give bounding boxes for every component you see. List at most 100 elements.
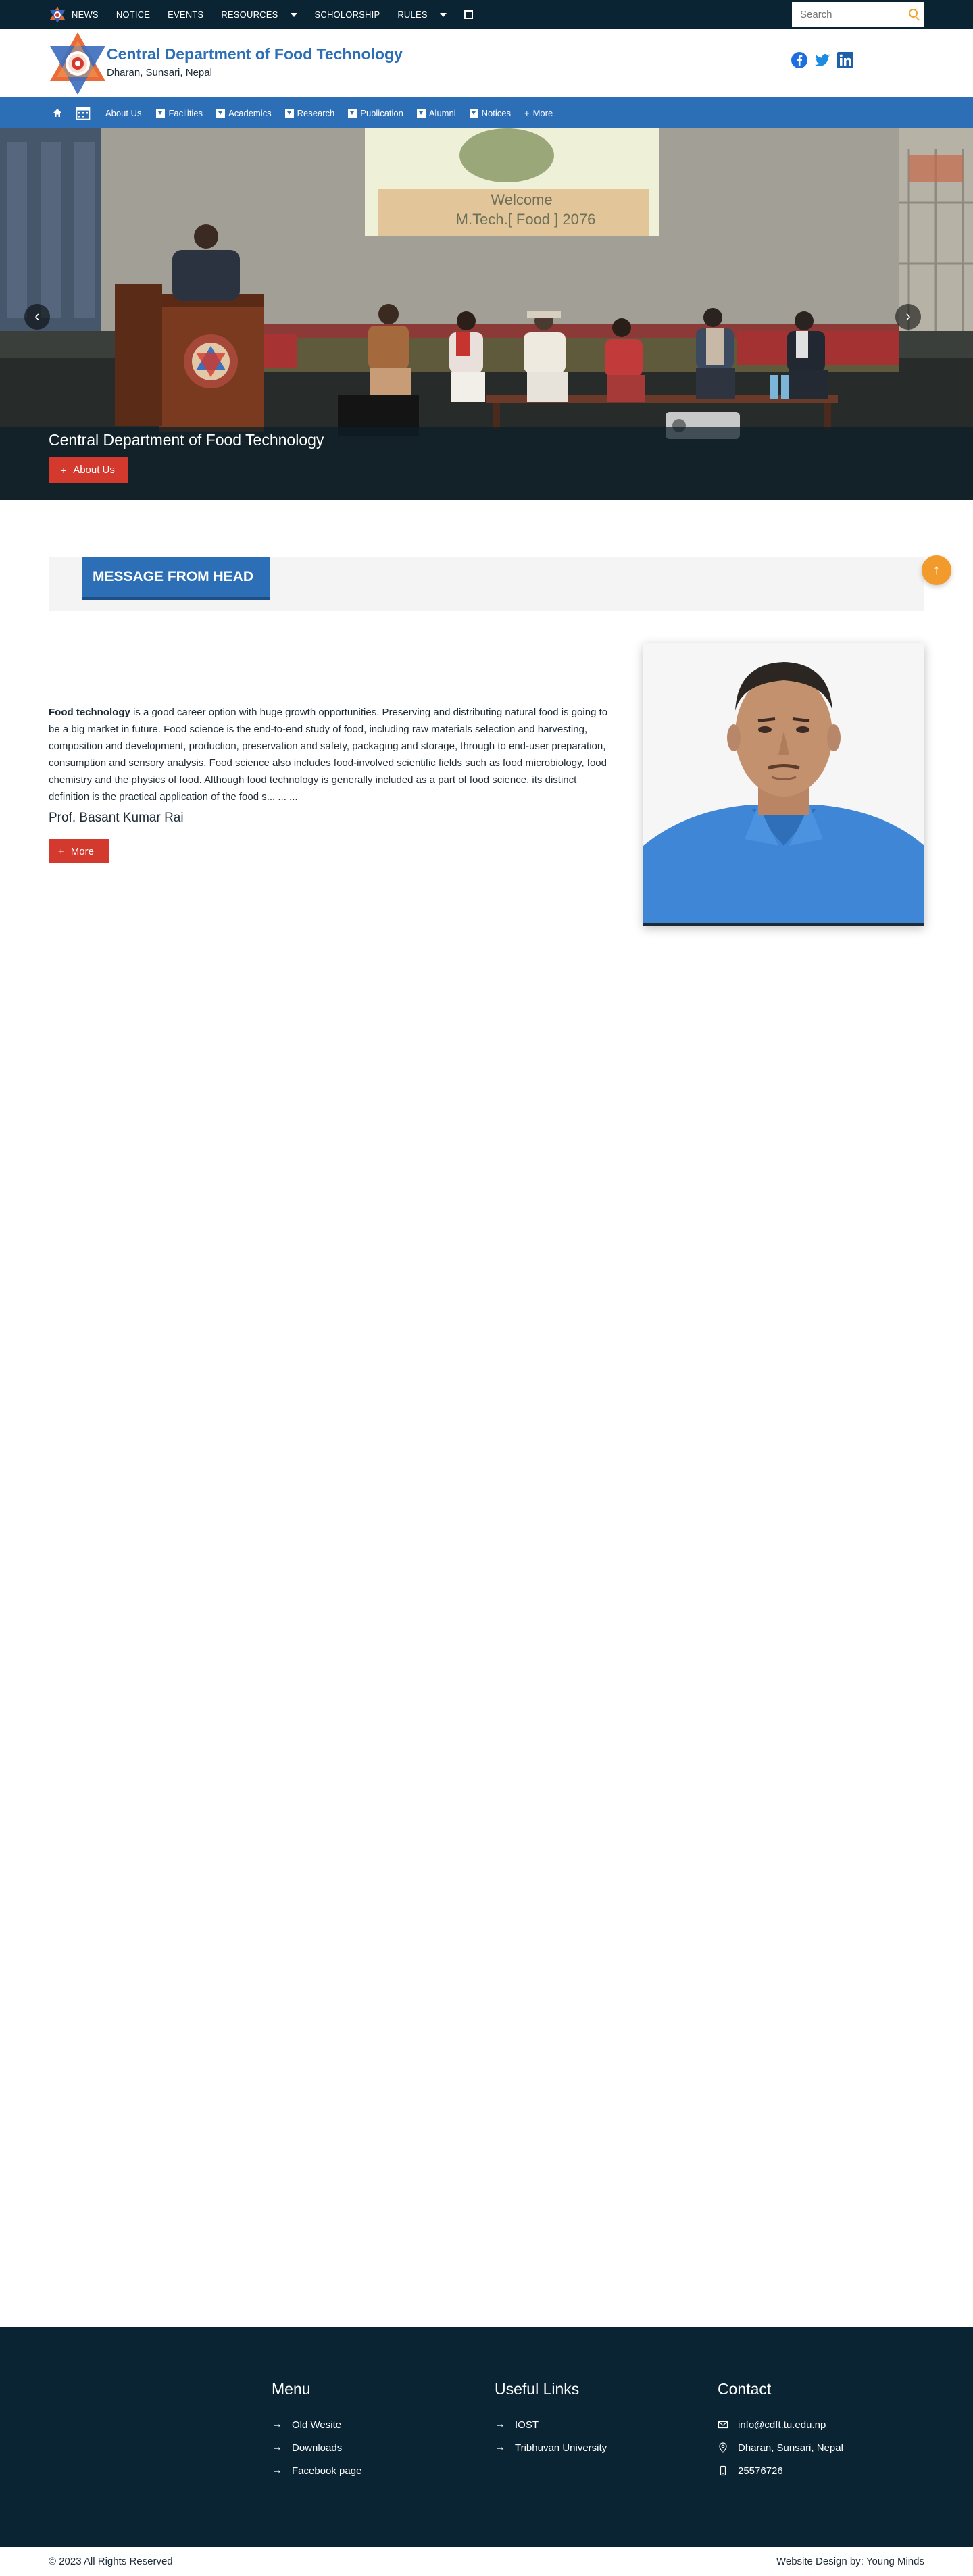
topbar-rules-label: RULES bbox=[397, 9, 428, 20]
social-links bbox=[791, 51, 854, 69]
topbar-scholorship[interactable]: SCHOLORSHIP bbox=[315, 9, 380, 20]
nav-notices[interactable]: Notices bbox=[469, 107, 511, 118]
message-more-button[interactable]: + More bbox=[49, 839, 109, 863]
dropdown-icon bbox=[156, 108, 166, 118]
search-icon[interactable] bbox=[909, 9, 918, 18]
projection-line-1: Welcome bbox=[491, 191, 552, 208]
dropdown-icon bbox=[348, 108, 357, 118]
slider-next-button[interactable]: › bbox=[895, 304, 921, 330]
nav-more-label: More bbox=[532, 107, 553, 118]
projection-line-2: M.Tech.[ Food ] 2076 bbox=[456, 211, 596, 228]
topbar-notice-label: NOTICE bbox=[116, 9, 151, 20]
footer-contact-address-text: Dharan, Sunsari, Nepal bbox=[738, 2442, 843, 2454]
about-us-button-label: About Us bbox=[73, 464, 115, 476]
footer-link-downloads[interactable]: → Downloads bbox=[272, 2436, 361, 2459]
search-box bbox=[792, 2, 924, 27]
main-nav: About Us Facilities Academics Research P… bbox=[0, 97, 973, 128]
linkedin-icon[interactable] bbox=[837, 51, 854, 69]
copyright-text: © 2023 All Rights Reserved bbox=[49, 2556, 173, 2567]
footer-link-label: IOST bbox=[515, 2419, 539, 2431]
message-heading: MESSAGE FROM HEAD bbox=[82, 557, 270, 597]
dropdown-icon bbox=[416, 108, 426, 118]
design-credit[interactable]: Website Design by: Young Minds bbox=[776, 2556, 924, 2567]
footer-link-iost[interactable]: → IOST bbox=[495, 2413, 607, 2436]
message-more-label: More bbox=[70, 845, 94, 857]
arrow-right-icon: → bbox=[272, 2419, 282, 2430]
plus-icon: + bbox=[524, 107, 530, 118]
footer-link-facebook[interactable]: → Facebook page bbox=[272, 2459, 361, 2482]
footer-link-label: Downloads bbox=[292, 2442, 343, 2454]
home-icon[interactable] bbox=[53, 108, 62, 118]
nav-publication[interactable]: Publication bbox=[348, 108, 403, 118]
nav-alumni[interactable]: Alumni bbox=[416, 108, 456, 118]
site-title[interactable]: Central Department of Food Technology bbox=[107, 45, 403, 64]
arrow-right-icon: → bbox=[495, 2419, 505, 2430]
message-lead: Food technology bbox=[49, 707, 130, 718]
search-input[interactable] bbox=[792, 9, 900, 20]
footer-contact: Contact info@cdft.tu.edu.np Dharan, Suns… bbox=[718, 2380, 843, 2482]
topbar-resources[interactable]: RESOURCES bbox=[221, 9, 297, 20]
footer-contact-phone[interactable]: 25576726 bbox=[718, 2459, 843, 2482]
arrow-right-icon: → bbox=[495, 2442, 505, 2453]
calendar-icon bbox=[464, 10, 473, 19]
nav-notices-label: Notices bbox=[481, 107, 511, 118]
topbar-notice[interactable]: NOTICE bbox=[116, 9, 150, 20]
top-bar: NEWS NOTICE EVENTS RESOURCES SCHOLORSHIP… bbox=[0, 0, 973, 29]
calendar-icon[interactable] bbox=[76, 105, 91, 120]
head-portrait bbox=[643, 643, 924, 926]
dropdown-icon bbox=[216, 108, 226, 118]
footer-menu: Menu → Old Wesite → Downloads → Facebook pa… bbox=[272, 2380, 361, 2482]
message-body: Food technology is a good career option … bbox=[49, 704, 620, 805]
footer-link-label: Tribhuvan University bbox=[515, 2442, 607, 2454]
nav-facilities-label: Facilities bbox=[168, 107, 203, 118]
footer-contact-title: Contact bbox=[718, 2380, 772, 2398]
twitter-icon[interactable] bbox=[814, 51, 831, 69]
nav-research[interactable]: Research bbox=[284, 107, 335, 118]
footer-contact-phone-text: 25576726 bbox=[738, 2465, 783, 2477]
footer-contact-email-text: info@cdft.tu.edu.np bbox=[738, 2419, 826, 2431]
topbar-events-label: EVENTS bbox=[168, 9, 204, 20]
nav-about-us-label: About Us bbox=[105, 107, 142, 118]
topbar-scholorship-label: SCHOLORSHIP bbox=[314, 9, 380, 20]
hero-slider: Welcome M.Tech.[ Food ] 2076 ‹ › Central… bbox=[0, 128, 973, 500]
footer-link-old-website[interactable]: → Old Wesite bbox=[272, 2413, 361, 2436]
nav-about-us[interactable]: About Us bbox=[105, 108, 141, 118]
topbar-rules[interactable]: RULES bbox=[397, 9, 447, 20]
footer-link-label: Old Wesite bbox=[292, 2419, 342, 2431]
message-author: Prof. Basant Kumar Rai bbox=[49, 811, 184, 825]
footer-useful-links: Useful Links → IOST → Tribhuvan University bbox=[495, 2380, 607, 2459]
footer-links-title: Useful Links bbox=[495, 2380, 580, 2398]
arrow-right-icon: → bbox=[272, 2442, 282, 2453]
location-icon bbox=[719, 2442, 727, 2453]
nav-facilities[interactable]: Facilities bbox=[156, 108, 203, 118]
hero-caption-title: Central Department of Food Technology bbox=[49, 431, 324, 449]
footer-link-label: Facebook page bbox=[292, 2465, 362, 2477]
chevron-down-icon bbox=[290, 12, 297, 17]
topbar-calendar[interactable] bbox=[464, 10, 473, 19]
topbar-events[interactable]: EVENTS bbox=[168, 9, 203, 20]
dropdown-icon bbox=[284, 108, 294, 118]
about-us-button[interactable]: + About Us bbox=[49, 457, 128, 483]
scroll-to-top-button[interactable]: ↑ bbox=[922, 555, 951, 585]
nav-academics[interactable]: Academics bbox=[216, 108, 272, 118]
plus-icon: + bbox=[58, 845, 64, 857]
site-header: Central Department of Food Technology Dh… bbox=[0, 29, 973, 97]
footer-link-tu[interactable]: → Tribhuvan University bbox=[495, 2436, 607, 2459]
topbar-news[interactable]: NEWS bbox=[49, 6, 99, 24]
bottom-bar: © 2023 All Rights Reserved Website Desig… bbox=[0, 2547, 973, 2576]
slider-prev-button[interactable]: ‹ bbox=[24, 304, 50, 330]
facebook-icon[interactable] bbox=[791, 51, 808, 69]
arrow-right-icon: → bbox=[272, 2465, 282, 2476]
tu-emblem-icon bbox=[50, 6, 65, 23]
tu-logo-icon[interactable] bbox=[49, 31, 107, 96]
dropdown-icon bbox=[469, 108, 478, 118]
mail-icon bbox=[718, 2421, 728, 2429]
footer-contact-email[interactable]: info@cdft.tu.edu.np bbox=[718, 2413, 843, 2436]
nav-publication-label: Publication bbox=[360, 107, 403, 118]
topbar-resources-label: RESOURCES bbox=[221, 9, 278, 20]
chevron-down-icon bbox=[439, 12, 447, 17]
nav-more[interactable]: + More bbox=[524, 108, 553, 118]
nav-research-label: Research bbox=[297, 107, 335, 118]
phone-icon bbox=[720, 2465, 726, 2476]
portrait-image bbox=[643, 643, 924, 923]
